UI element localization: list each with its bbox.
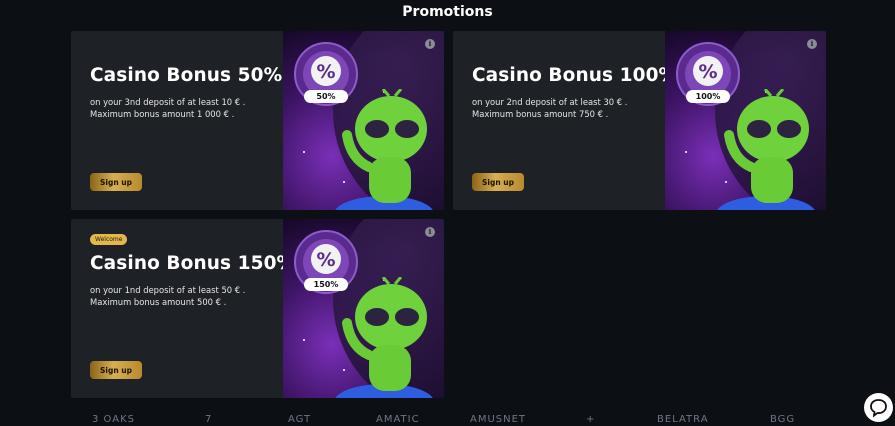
promo-title: Casino Bonus 100%. xyxy=(472,65,685,86)
info-icon[interactable]: i xyxy=(425,39,435,49)
sign-up-button[interactable]: Sign up xyxy=(90,173,142,191)
promo-card-2: Casino Bonus 100%. on your 2nd deposit o… xyxy=(453,31,826,210)
sign-up-button[interactable]: Sign up xyxy=(90,361,142,379)
promo-description: on your 2nd deposit of at least 30 € . M… xyxy=(472,97,628,119)
alien-icon xyxy=(335,89,433,210)
info-icon[interactable]: i xyxy=(807,39,817,49)
promo-description: on your 3nd deposit of at least 10 € . M… xyxy=(90,97,246,119)
promo-card-3: Welcome Casino Bonus 150%. on your 1nd d… xyxy=(71,219,444,398)
promo-card-1: Casino Bonus 50%. on your 3nd deposit of… xyxy=(71,31,444,210)
page-title: Promotions xyxy=(402,4,493,20)
alien-icon xyxy=(335,277,433,398)
svg-text:%: % xyxy=(698,61,717,83)
provider-logo[interactable]: AMUSNET xyxy=(470,414,526,425)
promo-text: Welcome Casino Bonus 150%. on your 1nd d… xyxy=(71,219,302,398)
svg-text:%: % xyxy=(316,249,335,271)
promo-artwork: % 150% i xyxy=(283,219,444,398)
alien-icon xyxy=(717,89,815,210)
promo-artwork: % 100% i xyxy=(665,31,826,210)
provider-logo[interactable]: + xyxy=(586,414,595,425)
info-icon[interactable]: i xyxy=(425,227,435,237)
provider-logo[interactable]: BELATRA xyxy=(657,414,709,425)
provider-logo[interactable]: AMATIC xyxy=(376,414,420,425)
provider-logo[interactable]: 7 xyxy=(205,414,212,425)
provider-logos: 3 OAKS 7 AGT AMATIC AMUSNET + BELATRA BG… xyxy=(0,414,895,426)
promo-text: Casino Bonus 100%. on your 2nd deposit o… xyxy=(453,31,684,210)
sign-up-button[interactable]: Sign up xyxy=(472,173,524,191)
welcome-badge: Welcome xyxy=(90,234,128,245)
promo-title: Casino Bonus 50%. xyxy=(90,65,290,86)
provider-logo[interactable]: 3 OAKS xyxy=(92,414,135,425)
promo-artwork: % 50% i xyxy=(283,31,444,210)
chat-bubble-icon xyxy=(870,399,887,418)
promo-title: Casino Bonus 150%. xyxy=(90,253,303,274)
provider-logo[interactable]: BGG xyxy=(770,414,795,425)
provider-logo[interactable]: AGT xyxy=(288,414,311,425)
promo-text: Casino Bonus 50%. on your 3nd deposit of… xyxy=(71,31,289,210)
chat-button[interactable] xyxy=(864,393,893,422)
svg-text:%: % xyxy=(316,61,335,83)
promo-description: on your 1nd deposit of at least 50 € . M… xyxy=(90,285,246,307)
